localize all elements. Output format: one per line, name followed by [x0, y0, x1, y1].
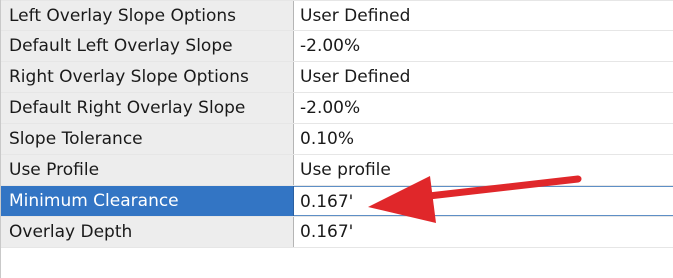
- property-value[interactable]: -2.00%: [294, 31, 673, 61]
- property-row-use-profile[interactable]: Use Profile Use profile: [1, 155, 673, 186]
- property-row-default-right-overlay-slope[interactable]: Default Right Overlay Slope -2.00%: [1, 93, 673, 124]
- property-value[interactable]: 0.167': [294, 186, 673, 216]
- property-grid: Left Overlay Slope Options User Defined …: [0, 0, 673, 278]
- property-row-right-overlay-slope-options[interactable]: Right Overlay Slope Options User Defined: [1, 62, 673, 93]
- property-value[interactable]: User Defined: [294, 1, 673, 30]
- property-label: Default Right Overlay Slope: [1, 93, 294, 123]
- property-row-minimum-clearance[interactable]: Minimum Clearance 0.167': [1, 186, 673, 217]
- property-label: Left Overlay Slope Options: [1, 1, 294, 30]
- property-value[interactable]: 0.10%: [294, 124, 673, 154]
- property-value[interactable]: User Defined: [294, 62, 673, 92]
- property-row-left-overlay-slope-options[interactable]: Left Overlay Slope Options User Defined: [1, 0, 673, 31]
- property-label: Slope Tolerance: [1, 124, 294, 154]
- property-label: Default Left Overlay Slope: [1, 31, 294, 61]
- property-row-slope-tolerance[interactable]: Slope Tolerance 0.10%: [1, 124, 673, 155]
- property-label: Minimum Clearance: [1, 186, 294, 216]
- property-row-overlay-depth[interactable]: Overlay Depth 0.167': [1, 217, 673, 248]
- property-value[interactable]: -2.00%: [294, 93, 673, 123]
- property-value[interactable]: Use profile: [294, 155, 673, 185]
- property-label: Overlay Depth: [1, 217, 294, 247]
- property-value[interactable]: 0.167': [294, 217, 673, 247]
- property-row-default-left-overlay-slope[interactable]: Default Left Overlay Slope -2.00%: [1, 31, 673, 62]
- property-label: Use Profile: [1, 155, 294, 185]
- property-label: Right Overlay Slope Options: [1, 62, 294, 92]
